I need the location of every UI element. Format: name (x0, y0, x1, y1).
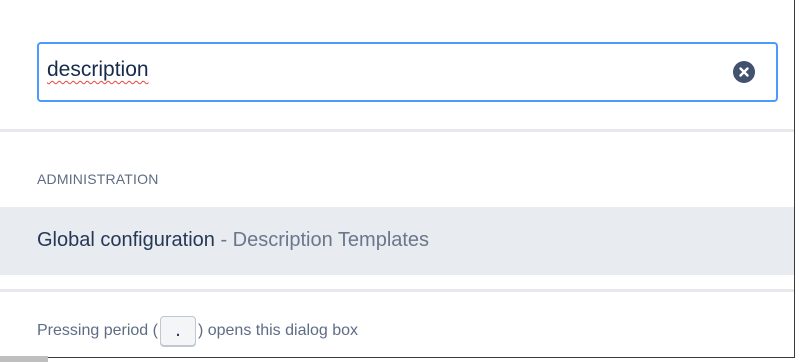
result-title: Global configuration (37, 229, 215, 251)
shortcut-hint: Pressing period ( . ) opens this dialog … (37, 316, 358, 346)
search-input[interactable]: description (47, 58, 149, 82)
background-fragment (0, 356, 48, 362)
shortcut-hint-prefix: Pressing period ( (37, 322, 158, 339)
result-separator: - (214, 229, 233, 251)
result-subtitle: Description Templates (232, 229, 430, 251)
search-section: description (0, 0, 794, 132)
search-box[interactable]: description (37, 42, 778, 102)
result-item-text: Global configuration - Description Templ… (37, 229, 429, 252)
shortcut-hint-suffix: ) opens this dialog box (197, 322, 359, 339)
dialog-footer: Pressing period ( . ) opens this dialog … (0, 289, 794, 358)
result-item[interactable]: Global configuration - Description Templ… (0, 207, 794, 275)
clear-search-button[interactable] (733, 61, 755, 83)
period-key: . (159, 316, 196, 346)
search-dialog: description ADMINISTRATION Global config… (0, 0, 795, 358)
results-section-header: ADMINISTRATION (37, 171, 159, 187)
clear-icon (739, 67, 749, 77)
